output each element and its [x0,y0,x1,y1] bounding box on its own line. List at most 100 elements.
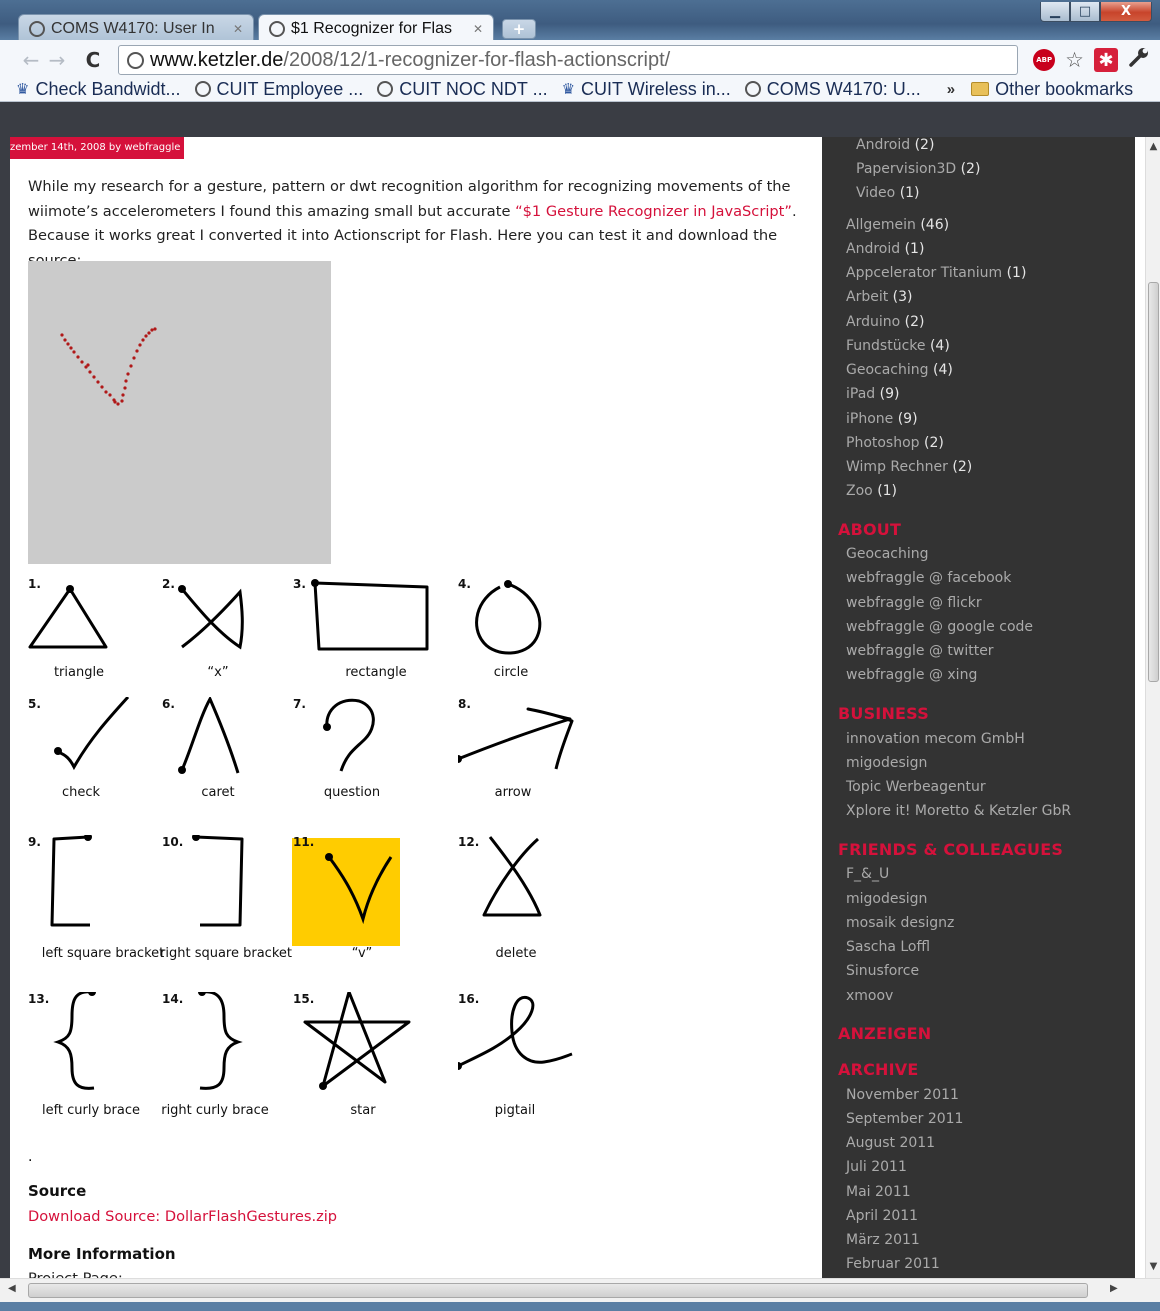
other-bookmarks[interactable]: Other bookmarks [971,79,1133,100]
globe-icon [194,81,211,97]
wrench-icon[interactable] [1128,46,1150,74]
extension-icon[interactable]: ✱ [1094,48,1118,72]
tab-title: COMS W4170: User In [51,19,215,37]
horizontal-scrollbar[interactable]: ◀ ▶ [0,1278,1160,1302]
window-titlebar: COMS W4170: User In ✕ $1 Recognizer for … [0,0,1160,42]
sidebar-category-arbeit[interactable]: Arbeit (3) [846,289,913,305]
url-domain: www.ketzler.de [150,48,284,71]
sidebar-category-ipad[interactable]: iPad (9) [846,386,899,402]
scroll-up-icon[interactable]: ▲ [1146,141,1160,152]
friends-link[interactable]: Sascha Loffl [846,939,930,955]
archive-link[interactable]: März 2011 [846,1232,920,1248]
new-tab-button[interactable]: + [502,19,536,39]
gesture-arrow: 8. arrow [458,697,608,827]
gesture-label: question [323,785,381,800]
minimize-button[interactable]: ▁ [1040,2,1070,22]
friends-link[interactable]: Sinusforce [846,963,919,979]
bookmark-check-bandwidth[interactable]: ♛ Check Bandwidt... [16,79,181,100]
ads-heading: ANZEIGEN [838,1024,932,1043]
about-link[interactable]: webfraggle @ flickr [846,595,982,611]
gesture-label: right square bracket [160,946,292,961]
globe-icon [29,20,45,37]
sidebar-category-fundstuecke[interactable]: Fundstücke (4) [846,338,950,354]
bookmark-cuit-wireless[interactable]: ♛ CUIT Wireless in... [562,79,731,100]
archive-link[interactable]: September 2011 [846,1111,963,1127]
archive-link[interactable]: April 2011 [846,1208,918,1224]
sidebar-category-android[interactable]: Android (1) [846,241,924,257]
business-link[interactable]: migodesign [846,755,927,771]
business-link[interactable]: innovation mecom GmbH [846,731,1025,747]
gesture-check: 5. check [28,697,178,827]
bookmark-coms[interactable]: COMS W4170: U... [744,78,921,100]
x-gesture-icon [178,585,244,650]
rectangle-gesture-icon [311,579,429,651]
sidebar-category-allgemein[interactable]: Allgemein (46) [846,217,949,233]
tab-title: $1 Recognizer for Flas [291,19,452,37]
business-link[interactable]: Topic Werbeagentur [846,779,986,795]
download-source-link[interactable]: Download Source: DollarFlashGestures.zip [28,1208,337,1225]
archive-link[interactable]: Mai 2011 [846,1184,911,1200]
sidebar-subcategory-papervision3d[interactable]: Papervision3D (2) [856,161,980,177]
about-link[interactable]: webfraggle @ twitter [846,643,994,659]
folder-icon [971,82,990,96]
tab-recognizer[interactable]: $1 Recognizer for Flas ✕ [258,14,494,42]
gesture-circle: 4. circle [458,577,608,707]
friends-heading: FRIENDS & COLLEAGUES [838,840,1064,859]
friends-link[interactable]: mosaik designz [846,915,954,931]
back-icon[interactable]: ← [18,48,44,72]
scroll-down-icon[interactable]: ▼ [1146,1261,1160,1272]
sidebar-category-geocaching[interactable]: Geocaching (4) [846,362,953,378]
globe-icon [744,81,761,97]
adblock-icon[interactable]: ABP [1033,49,1056,71]
archive-link[interactable]: August 2011 [846,1135,935,1151]
sidebar-subcategory-video[interactable]: Video (1) [856,185,920,201]
about-link[interactable]: webfraggle @ google code [846,619,1033,635]
archive-link[interactable]: Februar 2011 [846,1256,940,1272]
scroll-right-icon[interactable]: ▶ [1110,1283,1118,1294]
archive-link[interactable]: November 2011 [846,1087,959,1103]
sidebar-category-appcelerator[interactable]: Appcelerator Titanium (1) [846,265,1026,281]
sidebar-category-wimp-rechner[interactable]: Wimp Rechner (2) [846,459,972,475]
star-gesture-icon [303,992,411,1090]
tab-coms[interactable]: COMS W4170: User In ✕ [18,14,254,42]
business-link[interactable]: Xplore it! Moretto & Ketzler GbR [846,803,1071,819]
bookmark-star-icon[interactable]: ☆ [1065,48,1084,72]
sidebar-category-zoo[interactable]: Zoo (1) [846,483,897,499]
bookmark-label: COMS W4170: U... [766,78,921,99]
about-link[interactable]: webfraggle @ facebook [846,570,1011,586]
friends-link[interactable]: xmoov [846,988,893,1004]
sidebar: Android (2) Papervision3D (2) Video (1) … [822,137,1135,1278]
sidebar-subcategory-android[interactable]: Android (2) [856,137,934,153]
reload-icon[interactable]: C [80,48,106,72]
about-link[interactable]: webfraggle @ xing [846,667,977,683]
close-window-button[interactable]: X [1100,2,1152,22]
sidebar-category-arduino[interactable]: Arduino (2) [846,314,924,330]
scroll-left-icon[interactable]: ◀ [8,1283,16,1294]
tab-close-icon[interactable]: ✕ [473,22,483,36]
tab-close-icon[interactable]: ✕ [233,22,243,36]
maximize-button[interactable]: □ [1070,2,1100,22]
bookmark-cuit-employee[interactable]: CUIT Employee ... [194,79,363,100]
sidebar-category-iphone[interactable]: iPhone (9) [846,411,918,427]
horizontal-scroll-thumb[interactable] [28,1283,1088,1298]
friends-link[interactable]: F_&_U [846,866,889,882]
sidebar-category-photoshop[interactable]: Photoshop (2) [846,435,944,451]
gesture-pigtail: 16. pigtail [458,992,608,1122]
site-info-icon[interactable] [127,51,144,69]
gesture-canvas[interactable] [28,261,331,564]
pigtail-gesture-icon [458,996,573,1070]
archive-link[interactable]: Juli 2011 [846,1159,907,1175]
globe-icon [377,81,394,97]
vertical-scrollbar[interactable]: ▲ ▼ [1145,137,1160,1278]
address-bar[interactable]: www.ketzler.de/2008/12/1-recognizer-for-… [118,45,1018,75]
bookmark-cuit-noc[interactable]: CUIT NOC NDT ... [377,79,548,100]
bookmarks-overflow-icon[interactable]: » [947,81,955,98]
about-link[interactable]: Geocaching [846,546,929,562]
friends-link[interactable]: migodesign [846,891,927,907]
bookmark-label: CUIT Wireless in... [581,78,731,99]
js-recognizer-link[interactable]: “$1 Gesture Recognizer in JavaScript” [515,203,792,220]
caret-gesture-icon [178,697,240,774]
gesture-label: triangle [53,665,105,680]
vertical-scroll-thumb[interactable] [1148,282,1159,682]
forward-icon[interactable]: → [44,48,70,72]
